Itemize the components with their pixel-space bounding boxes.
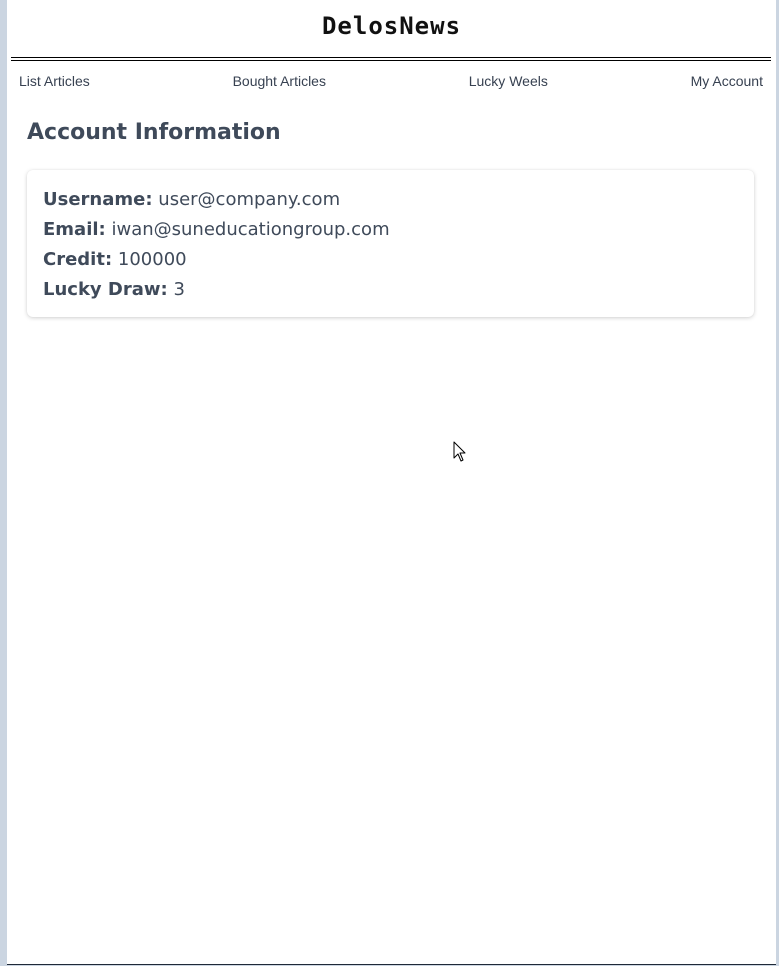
- site-title[interactable]: DelosNews: [7, 10, 776, 42]
- lucky-draw-label: Lucky Draw:: [43, 279, 168, 300]
- username-row: Username: user@company.com: [43, 185, 738, 215]
- mouse-pointer-icon: [453, 441, 466, 462]
- page-title: Account Information: [27, 120, 281, 145]
- main-nav: List Articles Bought Articles Lucky Weel…: [19, 71, 763, 91]
- nav-list-articles[interactable]: List Articles: [19, 72, 90, 90]
- account-info-card: Username: user@company.com Email: iwan@s…: [27, 170, 754, 317]
- username-value: user@company.com: [158, 189, 341, 210]
- credit-row: Credit: 100000: [43, 245, 738, 275]
- username-label: Username:: [43, 189, 153, 210]
- nav-my-account[interactable]: My Account: [691, 72, 763, 90]
- lucky-draw-value: 3: [173, 279, 185, 300]
- header-divider: [11, 57, 771, 61]
- nav-lucky-weels[interactable]: Lucky Weels: [469, 72, 548, 90]
- email-value: iwan@suneducationgroup.com: [111, 219, 390, 240]
- page: DelosNews List Articles Bought Articles …: [7, 0, 776, 965]
- lucky-draw-row: Lucky Draw: 3: [43, 275, 738, 305]
- email-row: Email: iwan@suneducationgroup.com: [43, 215, 738, 245]
- credit-value: 100000: [117, 249, 187, 270]
- email-label: Email:: [43, 219, 106, 240]
- credit-label: Credit:: [43, 249, 113, 270]
- nav-bought-articles[interactable]: Bought Articles: [233, 72, 326, 90]
